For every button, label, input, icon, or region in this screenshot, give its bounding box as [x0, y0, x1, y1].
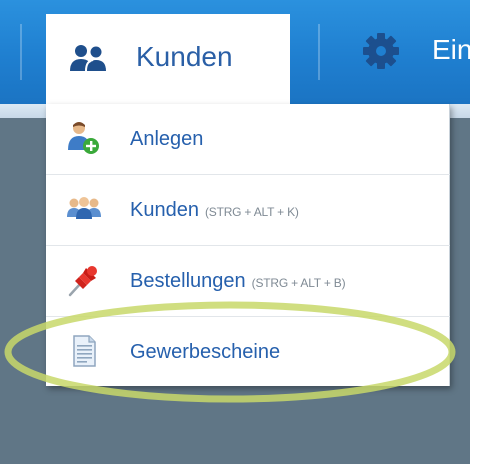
- users-icon: [70, 44, 108, 72]
- menu-item-label: Bestellungen (STRG + ALT + B): [130, 270, 346, 292]
- tab-kunden[interactable]: Kunden: [46, 14, 290, 118]
- nav-separator: [318, 24, 320, 80]
- menu-item-kunden[interactable]: Kunden (STRG + ALT + K): [46, 175, 450, 245]
- menu-item-bestellungen[interactable]: Bestellungen (STRG + ALT + B): [46, 246, 450, 316]
- customers-group-icon: [66, 191, 102, 227]
- page-edge: [470, 0, 479, 464]
- menu-item-label: Kunden (STRG + ALT + K): [130, 199, 299, 221]
- kunden-dropdown-menu: Anlegen Kunden (STRG + ALT + K) Bestellu…: [46, 104, 450, 386]
- keyboard-shortcut: (STRG + ALT + K): [204, 205, 299, 219]
- menu-item-label: Gewerbescheine: [130, 341, 281, 363]
- menu-item-anlegen[interactable]: Anlegen: [46, 104, 450, 174]
- tab-kunden-label: Kunden: [136, 41, 233, 72]
- tab-einstellungen[interactable]: Einstellungen: [362, 30, 470, 70]
- keyboard-shortcut: (STRG + ALT + B): [251, 276, 346, 290]
- tab-einstellungen-label: Einstellungen: [432, 34, 470, 65]
- app-canvas: Kunden Einstellungen: [0, 0, 479, 464]
- add-user-icon: [66, 120, 102, 156]
- document-icon: [66, 333, 102, 369]
- gear-icon: [362, 32, 400, 70]
- nav-separator: [20, 24, 22, 80]
- menu-item-label: Anlegen: [130, 128, 204, 150]
- pushpin-icon: [66, 262, 102, 298]
- menu-item-gewerbescheine[interactable]: Gewerbescheine: [46, 317, 450, 387]
